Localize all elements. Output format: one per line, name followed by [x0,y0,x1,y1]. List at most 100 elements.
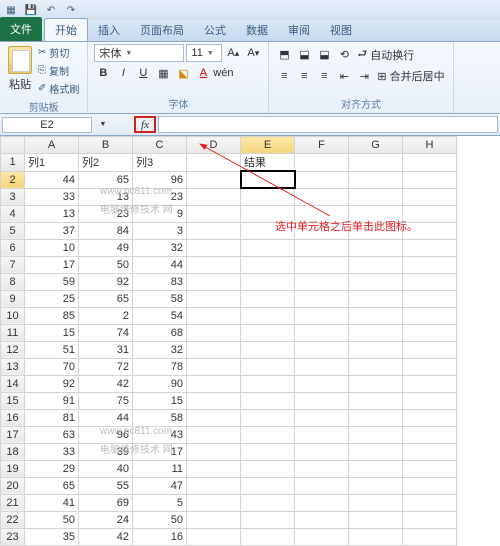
cell[interactable] [241,443,295,460]
cell[interactable]: 33 [25,188,79,205]
row-header[interactable]: 10 [1,307,25,324]
cell[interactable] [241,409,295,426]
cell[interactable] [187,341,241,358]
cell[interactable] [295,494,349,511]
cell[interactable]: 92 [79,273,133,290]
cell[interactable] [187,409,241,426]
cell[interactable] [295,171,349,188]
cell[interactable]: 列2 [79,154,133,172]
cell[interactable] [241,392,295,409]
cell[interactable] [187,256,241,273]
cell[interactable] [403,239,457,256]
cell[interactable] [241,511,295,528]
cell[interactable] [349,528,403,545]
bold-button[interactable]: B [94,64,112,82]
cell[interactable]: 39 [79,443,133,460]
format-painter-button[interactable]: ✐格式刷 [36,80,81,97]
cell[interactable] [241,426,295,443]
cell[interactable] [349,494,403,511]
row-header[interactable]: 2 [1,171,25,188]
cell[interactable] [241,290,295,307]
copy-button[interactable]: ⎘复制 [36,62,81,79]
tab-home[interactable]: 开始 [44,18,88,41]
cell[interactable] [403,358,457,375]
cell[interactable] [349,358,403,375]
namebox-dropdown[interactable]: ▼ [94,116,112,134]
cell[interactable] [349,154,403,172]
cell[interactable]: 15 [25,324,79,341]
cell[interactable] [295,341,349,358]
cell[interactable]: 35 [25,528,79,545]
cell[interactable] [349,392,403,409]
cell[interactable] [403,256,457,273]
cell[interactable] [241,324,295,341]
formula-bar[interactable] [158,116,498,133]
cell[interactable] [349,443,403,460]
cell[interactable] [295,426,349,443]
cell[interactable] [187,273,241,290]
indent-inc-button[interactable]: ⇥ [355,67,373,85]
cell[interactable]: 列1 [25,154,79,172]
cell[interactable]: 23 [79,205,133,222]
row-header[interactable]: 14 [1,375,25,392]
cell[interactable] [241,494,295,511]
cell[interactable] [241,341,295,358]
cell[interactable] [187,171,241,188]
row-header[interactable]: 5 [1,222,25,239]
row-header[interactable]: 22 [1,511,25,528]
row-header[interactable]: 6 [1,239,25,256]
cell[interactable]: 50 [25,511,79,528]
cell[interactable]: 16 [133,528,187,545]
cell[interactable] [295,443,349,460]
cell[interactable] [403,171,457,188]
column-header-H[interactable]: H [403,137,457,154]
align-center-button[interactable]: ≡ [295,67,313,85]
cell[interactable]: 59 [25,273,79,290]
cell[interactable] [295,154,349,172]
column-header-G[interactable]: G [349,137,403,154]
cell[interactable] [295,409,349,426]
cell[interactable]: 42 [79,375,133,392]
cell[interactable]: 3 [133,222,187,239]
cell[interactable] [403,477,457,494]
cell[interactable] [241,528,295,545]
cell[interactable] [295,358,349,375]
cell[interactable]: 55 [79,477,133,494]
cell[interactable] [403,460,457,477]
cell[interactable] [349,477,403,494]
cell[interactable] [187,460,241,477]
row-header[interactable]: 20 [1,477,25,494]
underline-button[interactable]: U [134,64,152,82]
font-name-combo[interactable]: 宋体▼ [94,44,184,62]
cell[interactable]: 50 [133,511,187,528]
insert-function-button[interactable]: fx [134,116,156,133]
cell[interactable]: 9 [133,205,187,222]
cell[interactable]: 44 [79,409,133,426]
orientation-button[interactable]: ⟲ [335,46,353,64]
column-header-E[interactable]: E [241,137,295,154]
cell[interactable]: 49 [79,239,133,256]
indent-dec-button[interactable]: ⇤ [335,67,353,85]
cell[interactable]: 72 [79,358,133,375]
cell[interactable] [241,239,295,256]
cell[interactable] [349,511,403,528]
fill-color-button[interactable]: ⬕ [174,64,192,82]
font-size-combo[interactable]: 11▼ [186,44,222,62]
cell[interactable] [241,460,295,477]
row-header[interactable]: 19 [1,460,25,477]
cell[interactable] [187,494,241,511]
row-header[interactable]: 16 [1,409,25,426]
column-header-F[interactable]: F [295,137,349,154]
phonetic-button[interactable]: wén [214,64,232,82]
cell[interactable] [349,171,403,188]
cell[interactable] [241,375,295,392]
row-header[interactable]: 21 [1,494,25,511]
cell[interactable] [187,239,241,256]
cell[interactable]: 2 [79,307,133,324]
cell[interactable]: 70 [25,358,79,375]
cell[interactable] [187,188,241,205]
cell[interactable] [403,494,457,511]
cell[interactable]: 32 [133,239,187,256]
cell[interactable] [295,307,349,324]
cell[interactable]: 68 [133,324,187,341]
